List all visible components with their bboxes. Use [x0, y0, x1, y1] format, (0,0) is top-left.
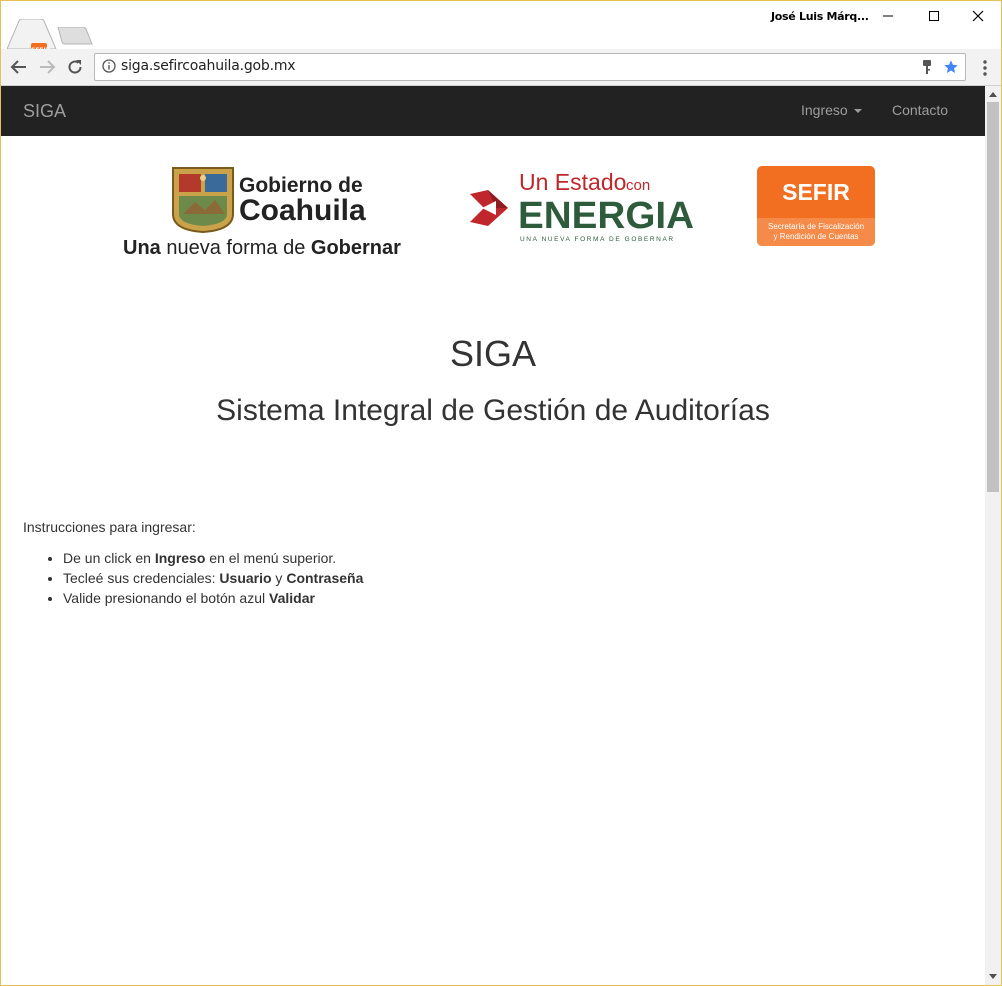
navbar-brand[interactable]: SIGA	[23, 101, 66, 122]
step-text: Valide presionando el botón azul	[63, 590, 270, 606]
page-subtitle: Sistema Integral de Gestión de Auditoría…	[216, 394, 770, 427]
new-tab-button[interactable]	[57, 27, 93, 45]
sefir-title: SEFIR	[782, 179, 850, 205]
sefir-subtitle-line2: y Rendición de Cuentas	[773, 232, 859, 241]
scroll-down-icon	[989, 974, 997, 979]
minimize-button[interactable]	[865, 1, 911, 31]
ingreso-dropdown[interactable]: Ingreso	[801, 102, 862, 118]
estado-energia-logo: Un Estado con ENERGIA UNA NUEVA FORMA DE…	[470, 169, 694, 243]
maximize-button[interactable]	[911, 1, 957, 31]
browser-toolbar: siga.sefircoahuila.gob.mx	[1, 49, 1001, 86]
coahuila-tagline: Una nueva forma de Gobernar	[123, 237, 401, 259]
scroll-down-button[interactable]	[985, 969, 1001, 985]
scroll-up-icon	[989, 92, 997, 97]
page-viewport: SIGA Ingreso Contacto Gobierno de Coahui…	[1, 86, 985, 985]
sefir-logo: SEFIR Secretaría de Fiscalización y Rend…	[757, 166, 875, 246]
step-bold: Ingreso	[154, 550, 206, 566]
sefir-subtitle: Secretaría de Fiscalización y Rendición …	[757, 218, 875, 246]
sefir-subtitle-line1: Secretaría de Fiscalización	[767, 222, 865, 231]
maximize-icon	[929, 11, 939, 21]
instructions-label: Instrucciones para ingresar:	[23, 519, 196, 535]
site-navbar: SIGA Ingreso Contacto	[1, 86, 985, 136]
minimize-icon	[883, 15, 893, 17]
menu-icon[interactable]	[975, 58, 995, 78]
vertical-scrollbar[interactable]	[985, 86, 1001, 985]
step-text: en el menú superior.	[205, 550, 337, 566]
back-icon	[10, 60, 26, 74]
instructions-list: De un click en Ingreso en el menú superi…	[23, 548, 363, 608]
url-text[interactable]: siga.sefircoahuila.gob.mx	[121, 58, 296, 74]
forward-icon	[40, 60, 56, 74]
energia-tagline: UNA NUEVA FORMA DE GOBERNAR	[520, 236, 675, 243]
page-title: SIGA	[449, 333, 537, 374]
gobierno-coahuila-logo: Gobierno de Coahuila Una nueva forma de …	[123, 167, 401, 259]
step-text: Tecleé sus credenciales:	[63, 570, 220, 586]
energia-line1-small: con	[626, 177, 650, 194]
close-window-button[interactable]	[955, 1, 1001, 31]
energia-line1: Un Estado	[519, 169, 626, 195]
reload-button[interactable]	[65, 57, 85, 77]
list-item: Tecleé sus credenciales: Usuario y Contr…	[63, 568, 363, 588]
reload-icon	[68, 60, 82, 74]
step-text: De un click en	[63, 550, 155, 566]
close-icon	[972, 10, 984, 22]
title-bar: SEFIR José Luis Márq...	[1, 1, 1001, 59]
info-icon[interactable]	[102, 59, 116, 73]
forward-button[interactable]	[37, 57, 57, 77]
ingreso-label: Ingreso	[801, 102, 848, 118]
coahuila-shield-icon	[172, 167, 234, 234]
caret-down-icon	[853, 109, 862, 114]
step-text: y	[271, 570, 287, 586]
profile-button[interactable]: José Luis Márq...	[771, 10, 869, 23]
back-button[interactable]	[9, 57, 29, 77]
coahuila-line2: Coahuila	[239, 194, 366, 227]
scroll-up-button[interactable]	[985, 86, 1001, 102]
energia-arrow-icon	[470, 190, 508, 226]
list-item: Valide presionando el botón azul Validar	[63, 588, 363, 608]
contacto-link[interactable]: Contacto	[892, 102, 948, 118]
step-bold: Contraseña	[286, 570, 364, 586]
key-icon[interactable]	[921, 59, 933, 75]
list-item: De un click en Ingreso en el menú superi…	[63, 548, 363, 568]
star-icon[interactable]	[943, 59, 959, 75]
address-bar[interactable]: siga.sefircoahuila.gob.mx	[94, 53, 966, 81]
scrollbar-thumb[interactable]	[987, 102, 999, 492]
browser-window: SEFIR José Luis Márq...	[0, 0, 1002, 986]
step-bold: Validar	[269, 590, 315, 606]
energia-line2: ENERGIA	[518, 195, 694, 237]
step-bold: Usuario	[219, 570, 272, 586]
